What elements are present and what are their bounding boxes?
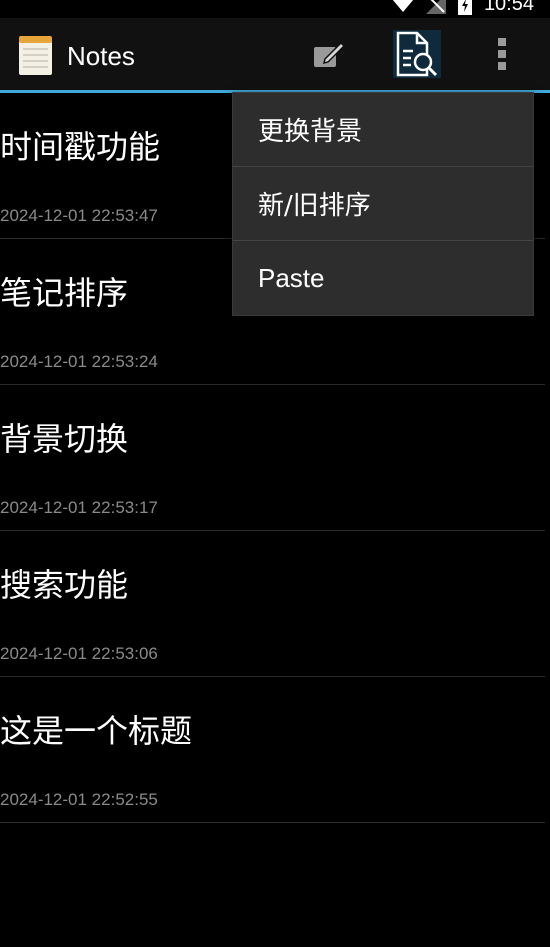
menu-item-paste[interactable]: Paste — [233, 241, 533, 315]
edit-icon — [314, 41, 345, 67]
note-list-item[interactable]: 这是一个标题 2024-12-01 22:52:55 — [0, 677, 545, 823]
note-list-item[interactable]: 搜索功能 2024-12-01 22:53:06 — [0, 531, 545, 677]
search-document-icon — [396, 31, 438, 77]
overflow-menu-button[interactable] — [478, 30, 526, 78]
app-title: Notes — [67, 41, 135, 71]
notepad-icon — [19, 36, 52, 75]
note-title: 背景切换 — [0, 420, 129, 458]
note-timestamp: 2024-12-01 22:53:17 — [0, 498, 158, 517]
status-bar: 10:54 — [0, 0, 550, 18]
note-timestamp: 2024-12-01 22:53:24 — [0, 352, 158, 371]
wifi-icon — [392, 0, 414, 12]
note-title: 笔记排序 — [0, 274, 129, 312]
note-timestamp: 2024-12-01 22:53:47 — [0, 206, 158, 225]
battery-icon — [457, 0, 472, 15]
note-timestamp: 2024-12-01 22:52:55 — [0, 790, 158, 809]
search-button[interactable] — [393, 30, 441, 78]
action-bar: Notes — [0, 18, 550, 93]
note-title: 时间戳功能 — [0, 128, 161, 166]
status-time: 10:54 — [483, 0, 534, 15]
new-note-button[interactable] — [305, 30, 353, 78]
menu-item-sort-order[interactable]: 新/旧排序 — [233, 167, 533, 241]
note-list-item[interactable]: 背景切换 2024-12-01 22:53:17 — [0, 385, 545, 531]
note-title: 这是一个标题 — [0, 712, 193, 750]
menu-item-change-background[interactable]: 更换背景 — [233, 93, 533, 167]
note-timestamp: 2024-12-01 22:53:06 — [0, 644, 158, 663]
signal-icon — [425, 0, 446, 14]
more-vert-icon — [498, 38, 506, 70]
overflow-menu: 更换背景 新/旧排序 Paste — [232, 92, 534, 316]
note-title: 搜索功能 — [0, 566, 129, 604]
